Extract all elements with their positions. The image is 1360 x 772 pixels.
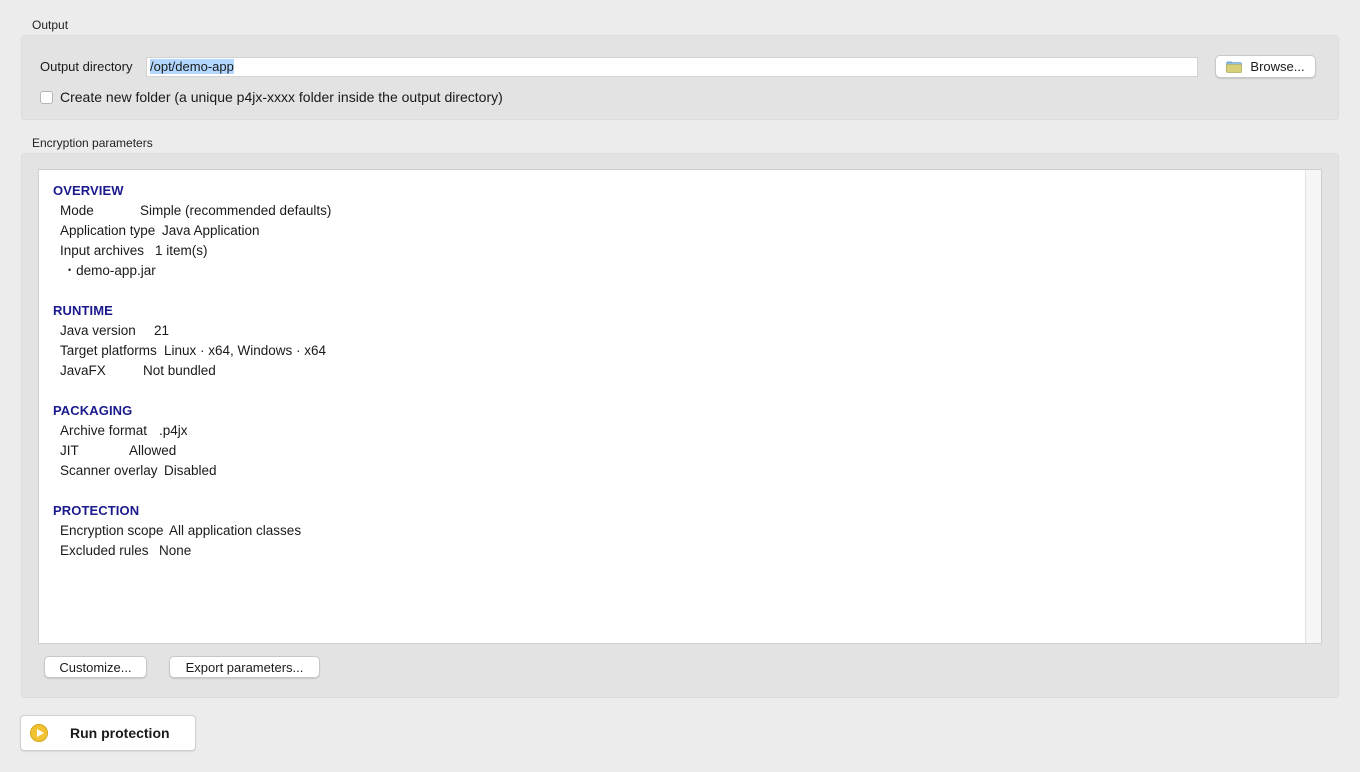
summary-key: Excluded rules [60,543,149,558]
encryption-section-title: Encryption parameters [32,136,153,150]
archive-list-item: • demo-app.jar [68,263,156,278]
summary-value: None [159,543,192,558]
browse-button[interactable]: Browse... [1215,55,1316,78]
summary-row: JavaFX Not bundled [60,363,216,378]
summary-value: Linux · x64, Windows · x64 [164,343,327,358]
bullet-icon: • [68,265,72,275]
summary-key: Archive format [60,423,148,438]
summary-row: Java version 21 [60,323,169,338]
summary-row: Application type Java Application [60,223,260,238]
export-parameters-button-label: Export parameters... [185,659,304,675]
parameters-summary-pane[interactable]: OVERVIEW Mode Simple (recommended default… [38,169,1322,644]
create-folder-row[interactable]: Create new folder (a unique p4jx-xxxx fo… [40,89,503,105]
create-folder-label: Create new folder (a unique p4jx-xxxx fo… [60,89,503,105]
play-icon [30,724,48,742]
output-directory-value: /opt/demo-app [150,59,234,74]
vertical-scrollbar[interactable] [1305,170,1321,643]
output-directory-label: Output directory [40,59,133,74]
runtime-heading: RUNTIME [53,303,113,318]
output-section-title: Output [32,18,69,32]
summary-key: Encryption scope [60,523,164,538]
summary-row: Excluded rules None [60,543,191,558]
summary-value: 1 item(s) [155,243,208,258]
output-group [21,35,1339,120]
summary-key: Application type [60,223,156,238]
summary-key: Mode [60,203,94,218]
summary-value: Disabled [164,463,217,478]
create-folder-checkbox[interactable] [40,90,53,104]
summary-value: 21 [154,323,170,338]
customize-button-label: Customize... [59,659,132,675]
summary-row: Scanner overlay Disabled [60,463,217,478]
summary-value: .p4jx [159,423,188,438]
summary-value: Allowed [129,443,177,458]
run-protection-label: Run protection [70,725,170,741]
archive-name: demo-app.jar [76,263,156,278]
summary-key: Scanner overlay [60,463,158,478]
protection-heading: PROTECTION [53,503,140,518]
summary-row: Archive format .p4jx [60,423,188,438]
browse-button-label: Browse... [1250,59,1305,74]
summary-row: Target platforms Linux · x64, Windows · x… [60,343,326,358]
customize-button[interactable]: Customize... [44,656,147,678]
summary-key: Input archives [60,243,145,258]
export-parameters-button[interactable]: Export parameters... [169,656,320,678]
summary-key: Target platforms [60,343,157,358]
summary-key: Java version [60,323,136,338]
summary-value: Not bundled [143,363,216,378]
folder-icon [1226,60,1243,73]
summary-key: JavaFX [60,363,106,378]
summary-row: JIT Allowed [60,443,176,458]
overview-heading: OVERVIEW [53,183,124,198]
summary-row: Mode Simple (recommended defaults) [60,203,331,218]
output-directory-input[interactable]: /opt/demo-app [146,57,1198,77]
summary-value: Java Application [162,223,260,238]
summary-key: JIT [60,443,79,458]
run-protection-button[interactable]: Run protection [20,715,196,751]
packaging-heading: PACKAGING [53,403,133,418]
summary-value: All application classes [169,523,302,538]
summary-row: Encryption scope All application classes [60,523,301,538]
summary-row: Input archives 1 item(s) [60,243,208,258]
summary-value: Simple (recommended defaults) [140,203,332,218]
